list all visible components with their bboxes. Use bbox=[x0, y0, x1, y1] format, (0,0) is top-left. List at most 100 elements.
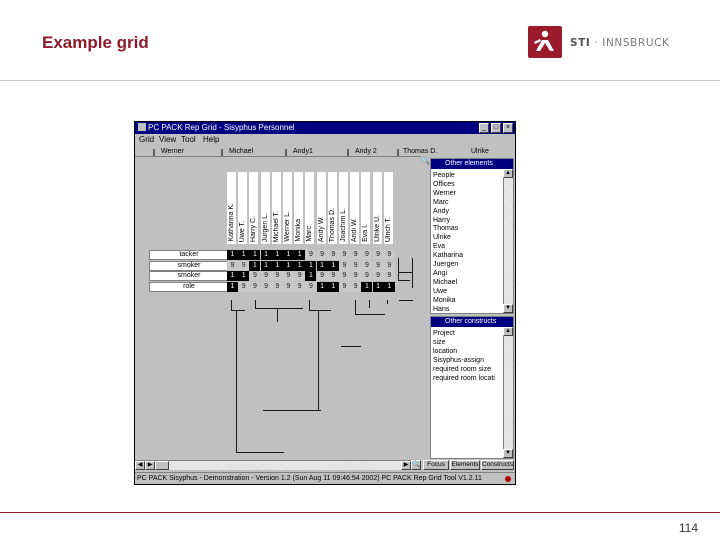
construct-list-item[interactable]: required room locati bbox=[433, 374, 495, 383]
grid-cell[interactable]: 9 bbox=[283, 281, 294, 292]
element-list-item[interactable]: Andy bbox=[433, 207, 449, 216]
grid-cell[interactable]: 9 bbox=[238, 260, 250, 271]
close-button[interactable]: × bbox=[503, 123, 513, 133]
grid-cell[interactable]: 9 bbox=[283, 271, 294, 281]
menu-view[interactable]: View bbox=[159, 134, 176, 146]
tab-elements[interactable]: Elements bbox=[450, 460, 480, 470]
element-list-item[interactable]: Offices bbox=[433, 180, 455, 189]
grid-cell[interactable]: 9 bbox=[316, 271, 328, 281]
zoom-icon[interactable]: 🔍 bbox=[421, 157, 430, 167]
element-column-label[interactable]: Ulrich T. bbox=[383, 172, 394, 244]
grid-cell[interactable]: 9 bbox=[339, 260, 350, 271]
scroll-end-icon[interactable]: ▶ bbox=[401, 461, 411, 470]
element-list-item[interactable]: Eva bbox=[433, 242, 445, 251]
grid-cell[interactable]: 9 bbox=[350, 260, 362, 271]
construct-row-label[interactable]: smoker bbox=[149, 271, 229, 281]
elements-scrollbar[interactable] bbox=[503, 169, 513, 313]
grid-cell[interactable]: 1 bbox=[227, 281, 238, 292]
grid-cell[interactable]: 1 bbox=[249, 260, 261, 271]
element-list-item[interactable]: Katharina bbox=[433, 251, 463, 260]
element-column-label[interactable]: Andi W. bbox=[350, 172, 361, 244]
element-column-label[interactable]: Michael T. bbox=[271, 172, 282, 244]
zoom-icon[interactable]: 🔍 bbox=[411, 460, 421, 470]
grid-cell[interactable]: 9 bbox=[327, 250, 339, 260]
grid-cell[interactable]: 9 bbox=[350, 271, 362, 281]
grid-cell[interactable]: 1 bbox=[361, 281, 373, 292]
scroll-up-icon[interactable]: ▲ bbox=[503, 169, 513, 178]
grid-cell[interactable]: 9 bbox=[316, 250, 328, 260]
tab-constructs[interactable]: Constructs bbox=[481, 460, 514, 470]
grid-cell[interactable]: 9 bbox=[383, 260, 395, 271]
grid-cell[interactable]: 9 bbox=[350, 281, 362, 292]
element-column-label[interactable]: Marc bbox=[305, 172, 316, 244]
grid-cell[interactable]: 1 bbox=[294, 260, 306, 271]
construct-list-item[interactable]: location bbox=[433, 347, 457, 356]
element-list-item[interactable]: Uwe bbox=[433, 287, 447, 296]
scroll-right-icon[interactable]: ▶ bbox=[145, 461, 155, 470]
construct-row-label[interactable]: role bbox=[149, 281, 229, 292]
element-column-label[interactable]: Andy W. bbox=[316, 172, 327, 244]
construct-list-item[interactable]: Project bbox=[433, 329, 455, 338]
element-column-label[interactable]: Katharina K. bbox=[227, 172, 237, 244]
grid-cell[interactable]: 9 bbox=[361, 271, 373, 281]
construct-list-item[interactable]: Sisyphus-assign bbox=[433, 356, 484, 365]
grid-cell[interactable]: 1 bbox=[305, 271, 317, 281]
grid-cell[interactable]: 9 bbox=[383, 271, 395, 281]
horizontal-scrollbar[interactable]: ◀ ▶ ▶ bbox=[135, 460, 421, 470]
grid-cell[interactable]: 9 bbox=[249, 281, 261, 292]
grid-cell[interactable]: 9 bbox=[249, 271, 261, 281]
grid-cell[interactable]: 1 bbox=[227, 271, 238, 281]
grid-cell[interactable]: 1 bbox=[271, 260, 283, 271]
grid-cell[interactable]: 9 bbox=[327, 271, 339, 281]
grid-cell[interactable]: 9 bbox=[271, 281, 283, 292]
grid-cell[interactable]: 1 bbox=[283, 250, 294, 260]
element-column-label[interactable]: Uwe T. bbox=[238, 172, 249, 244]
grid-cell[interactable]: 1 bbox=[249, 250, 261, 260]
grid-cell[interactable]: 1 bbox=[227, 250, 238, 260]
tab-focus[interactable]: Focus bbox=[423, 460, 449, 470]
grid-cell[interactable]: 9 bbox=[260, 271, 272, 281]
construct-list-item[interactable]: size bbox=[433, 338, 445, 347]
grid-cell[interactable]: 1 bbox=[316, 281, 328, 292]
menu-help[interactable]: Help bbox=[203, 134, 219, 146]
element-list-item[interactable]: Michael bbox=[433, 278, 457, 287]
grid-cell[interactable]: 1 bbox=[260, 260, 272, 271]
grid-cell[interactable]: 9 bbox=[238, 281, 250, 292]
grid-cell[interactable]: 1 bbox=[316, 260, 328, 271]
grid-cell[interactable]: 9 bbox=[383, 250, 395, 260]
grid-cell[interactable]: 9 bbox=[372, 271, 384, 281]
grid-cell[interactable]: 1 bbox=[372, 281, 384, 292]
element-list-item[interactable]: Juergen bbox=[433, 260, 458, 269]
menu-grid[interactable]: Grid bbox=[139, 134, 154, 146]
grid-cell[interactable]: 9 bbox=[361, 260, 373, 271]
grid-cell[interactable]: 9 bbox=[372, 250, 384, 260]
grid-cell[interactable]: 9 bbox=[305, 281, 317, 292]
element-column-label[interactable]: Monika bbox=[294, 172, 305, 244]
element-column-label[interactable]: Thomas D. bbox=[327, 172, 338, 244]
grid-cell[interactable]: 9 bbox=[305, 250, 317, 260]
scroll-up-icon[interactable]: ▲ bbox=[503, 327, 513, 336]
grid-cell[interactable]: 9 bbox=[227, 260, 238, 271]
maximize-button[interactable]: □ bbox=[491, 123, 501, 133]
element-list-item[interactable]: Marc bbox=[433, 198, 449, 207]
element-column-label[interactable]: Eva I. bbox=[361, 172, 372, 244]
scroll-down-icon[interactable]: ▼ bbox=[503, 304, 513, 313]
construct-row-label[interactable]: tacker bbox=[149, 250, 229, 260]
element-list-item[interactable]: Monika bbox=[433, 296, 456, 305]
grid-cell[interactable]: 9 bbox=[361, 250, 373, 260]
element-list-item[interactable]: Hans bbox=[433, 305, 449, 314]
grid-cell[interactable]: 1 bbox=[383, 281, 395, 292]
constructs-scrollbar[interactable] bbox=[503, 327, 513, 458]
grid-cell[interactable]: 1 bbox=[283, 260, 294, 271]
element-list-item[interactable]: Werner bbox=[433, 189, 456, 198]
construct-list-item[interactable]: required room size bbox=[433, 365, 491, 374]
menu-tool[interactable]: Tool bbox=[181, 134, 196, 146]
grid-cell[interactable]: 1 bbox=[260, 250, 272, 260]
grid-cell[interactable]: 1 bbox=[327, 260, 339, 271]
grid-cell[interactable]: 1 bbox=[238, 271, 250, 281]
minimize-button[interactable]: _ bbox=[479, 123, 489, 133]
grid-cell[interactable]: 9 bbox=[260, 281, 272, 292]
scroll-thumb[interactable] bbox=[155, 461, 169, 470]
scroll-left-icon[interactable]: ◀ bbox=[135, 461, 145, 470]
grid-cell[interactable]: 9 bbox=[294, 271, 306, 281]
